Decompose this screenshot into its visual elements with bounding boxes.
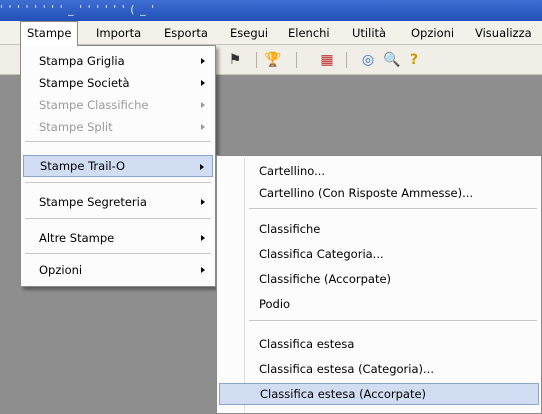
menu-esporta[interactable]: Esporta <box>158 21 214 45</box>
menu-separator <box>25 218 211 219</box>
globe-icon[interactable]: ◎ <box>357 51 379 69</box>
menu-item-podio[interactable]: Podio <box>219 293 539 315</box>
chevron-right-icon <box>201 199 205 205</box>
menu-separator <box>249 320 537 321</box>
menu-item-classifiche-accorpate[interactable]: Classifiche (Accorpate) <box>219 268 539 290</box>
chevron-right-icon <box>201 102 205 108</box>
chevron-right-icon <box>201 124 205 130</box>
toolbar-separator <box>256 52 257 68</box>
menu-item-opzioni[interactable]: Opzioni <box>23 259 213 281</box>
menu-opzioni[interactable]: Opzioni <box>405 21 460 45</box>
menu-item-stampe-trail-o[interactable]: Stampe Trail-O <box>23 155 213 177</box>
menu-item-classifica-categoria[interactable]: Classifica Categoria... <box>219 243 539 265</box>
menu-separator <box>249 208 537 209</box>
menu-elenchi[interactable]: Elenchi <box>282 21 336 45</box>
chevron-right-icon <box>201 267 205 273</box>
chevron-right-icon <box>200 164 204 170</box>
menu-bar: Stampe Importa Esporta Esegui Elenchi Ut… <box>0 21 542 46</box>
menu-item-classifiche[interactable]: Classifiche <box>219 218 539 240</box>
menu-item-cartellino-risposte-ammesse[interactable]: Cartellino (Con Risposte Ammesse)... <box>219 182 539 204</box>
menu-stampe[interactable]: Stampe <box>20 21 79 46</box>
flags-icon[interactable]: ⚑ <box>224 51 246 69</box>
menu-item-classifica-estesa-categoria[interactable]: Classifica estesa (Categoria)... <box>219 358 539 380</box>
chevron-right-icon <box>201 80 205 86</box>
magnifier-icon[interactable]: 🔍 <box>381 51 403 69</box>
menu-item-classifica-estesa[interactable]: Classifica estesa <box>219 333 539 355</box>
window-title-bar: ' ' ' ' ' ' ' ' _ ' ' ' ' ' ' ( _ ' <box>0 0 542 21</box>
chevron-right-icon <box>201 58 205 64</box>
menu-item-stampe-segreteria[interactable]: Stampe Segreteria <box>23 191 213 213</box>
menu-esegui[interactable]: Esegui <box>224 21 274 45</box>
window-title: ' ' ' ' ' ' ' ' _ ' ' ' ' ' ' ( _ ' <box>0 3 156 16</box>
report-icon[interactable]: ▦ <box>316 51 338 69</box>
menu-utilita[interactable]: Utilità <box>346 21 392 45</box>
menu-item-stampa-griglia[interactable]: Stampa Griglia <box>23 50 213 72</box>
stampe-trail-o-submenu: Cartellino... Cartellino (Con Risposte A… <box>216 155 542 414</box>
menu-importa[interactable]: Importa <box>90 21 147 45</box>
menu-item-stampe-split: Stampe Split <box>23 116 213 138</box>
help-icon[interactable]: ? <box>405 51 423 69</box>
trophy-icon[interactable]: 🏆 <box>262 51 284 69</box>
toolbar-separator <box>346 52 347 68</box>
menu-separator <box>25 253 211 254</box>
menu-item-classifica-estesa-accorpate[interactable]: Classifica estesa (Accorpate) <box>219 383 539 405</box>
stampe-menu: Stampa Griglia Stampe Società Stampe Cla… <box>20 45 216 287</box>
menu-visualizza[interactable]: Visualizza <box>469 21 538 45</box>
menu-separator <box>25 141 211 142</box>
toolbar-separator <box>296 52 297 68</box>
chevron-right-icon <box>201 235 205 241</box>
menu-item-stampe-classifiche: Stampe Classifiche <box>23 94 213 116</box>
menu-item-stampe-societa[interactable]: Stampe Società <box>23 72 213 94</box>
menu-item-cartellino[interactable]: Cartellino... <box>219 160 539 182</box>
menu-separator <box>25 182 211 183</box>
menu-item-altre-stampe[interactable]: Altre Stampe <box>23 227 213 249</box>
